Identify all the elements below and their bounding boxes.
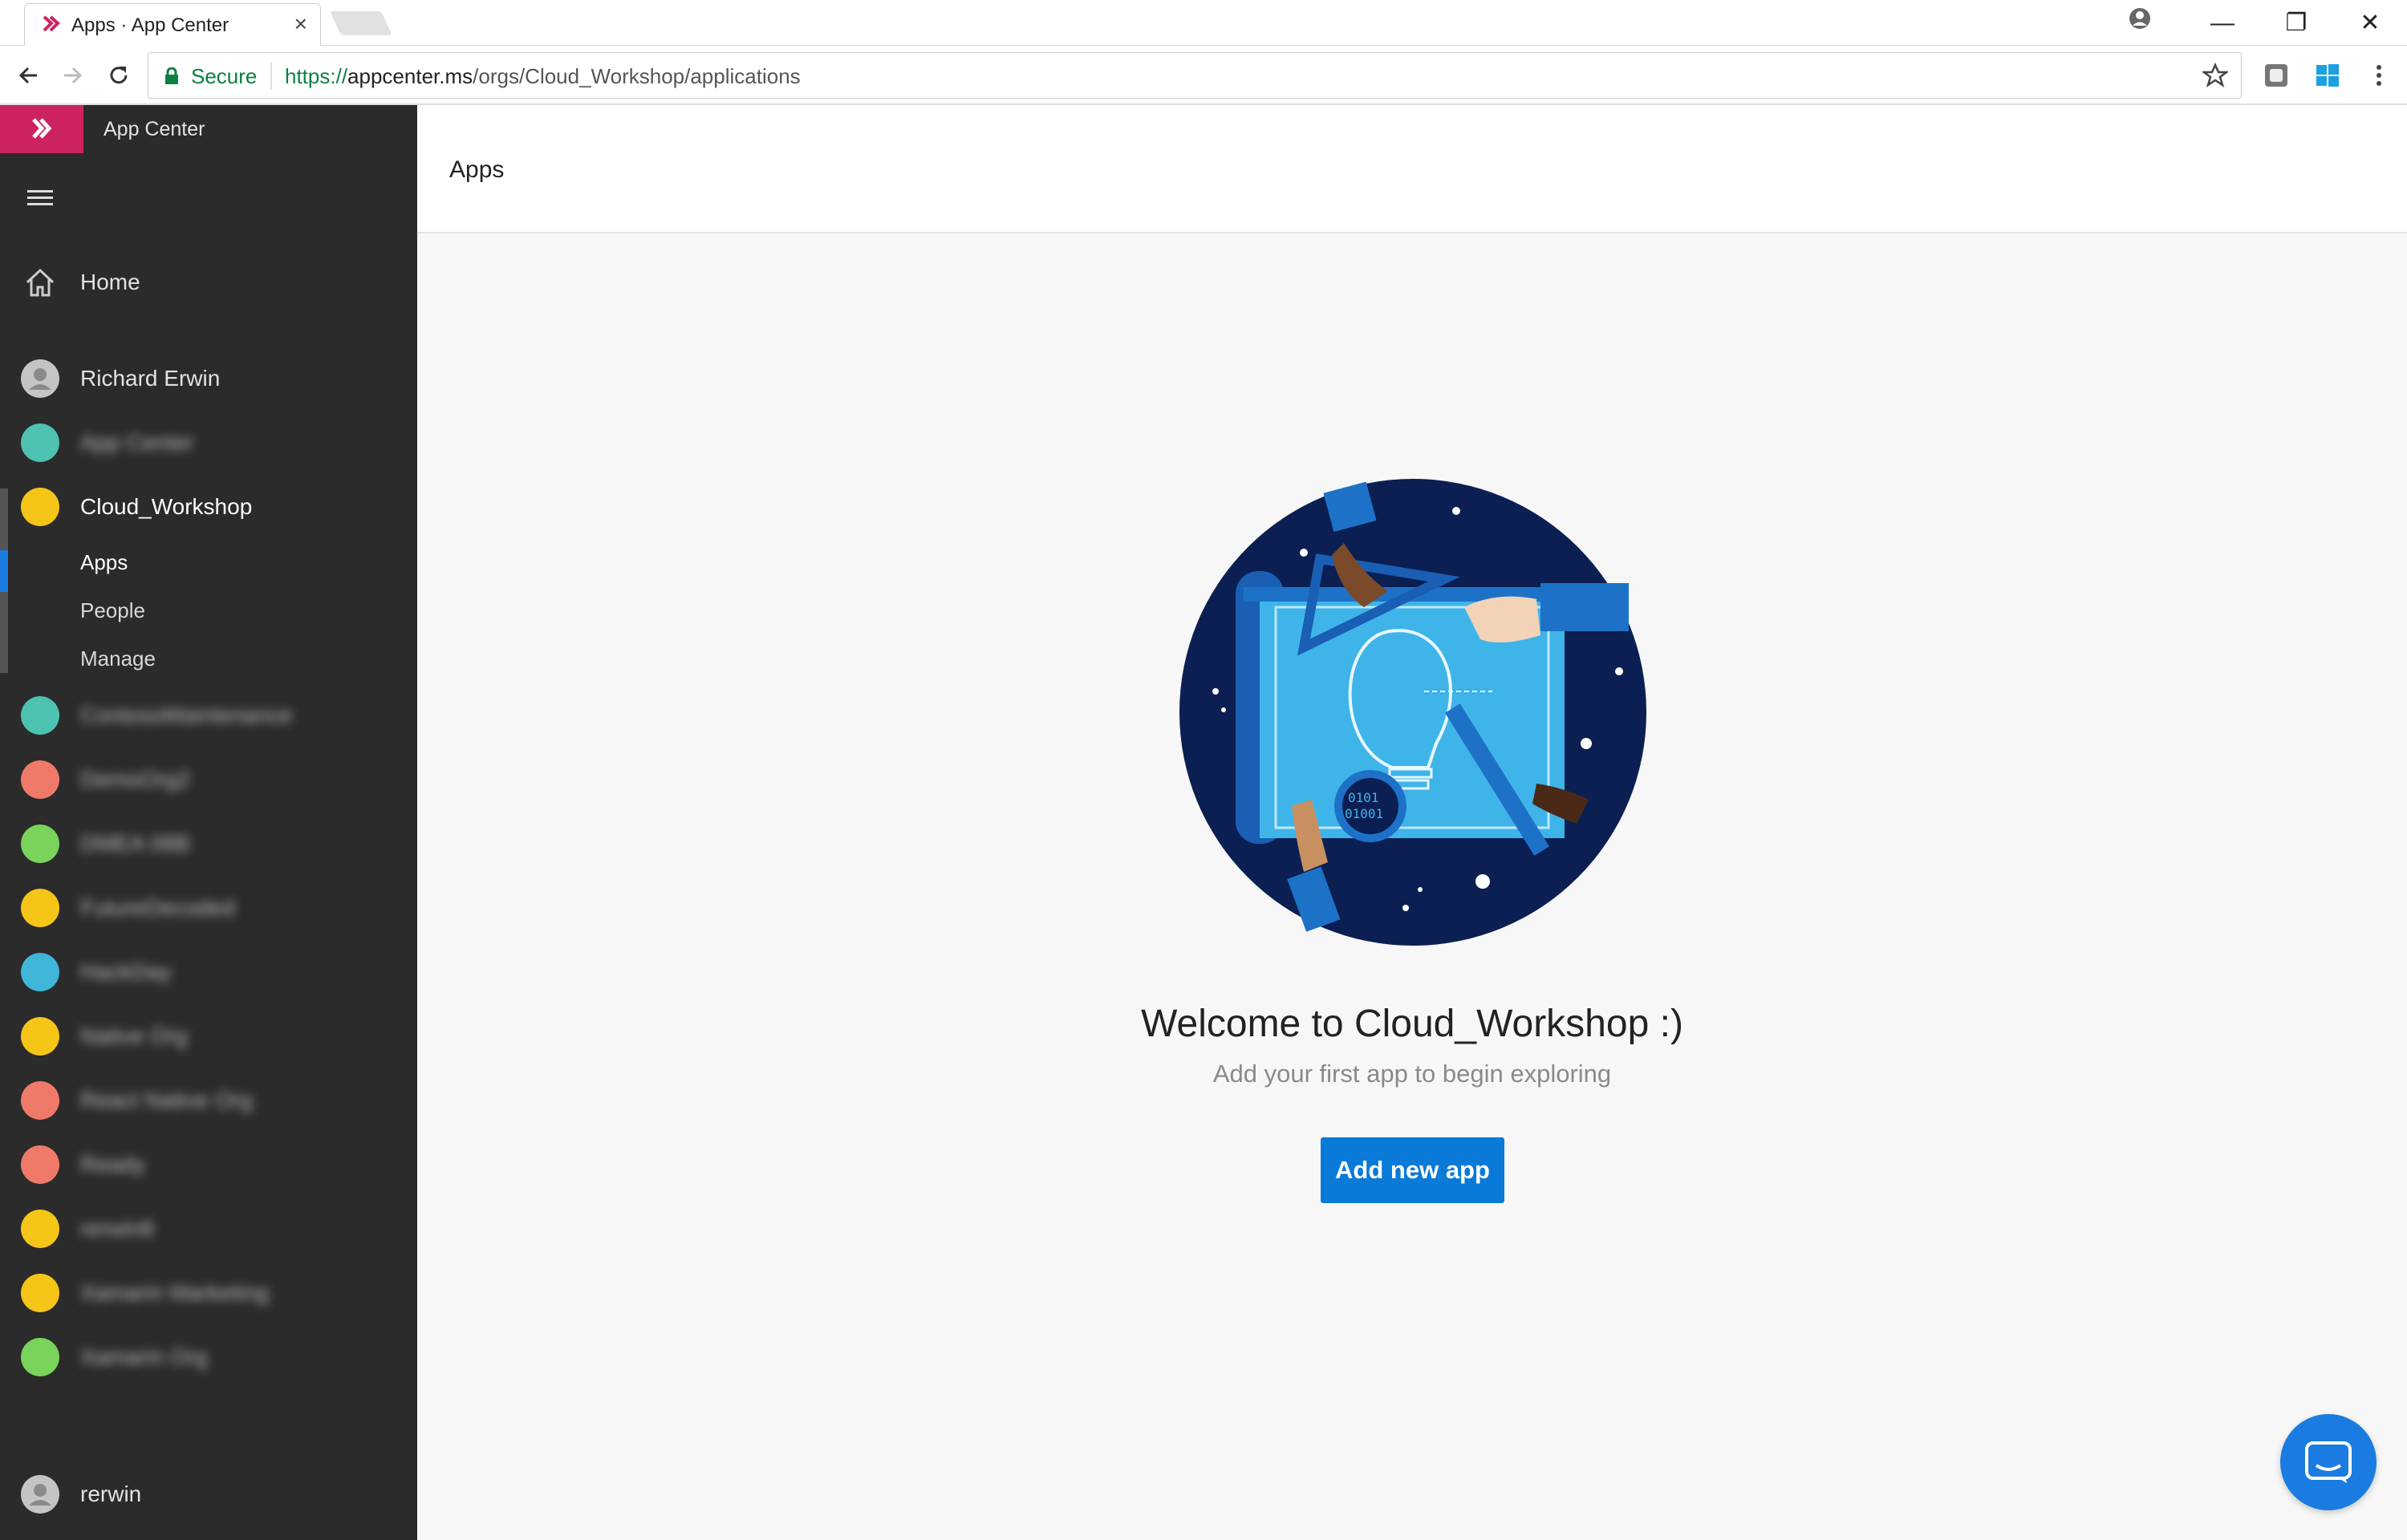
sidebar-item-label: Cloud_Workshop bbox=[80, 494, 253, 519]
app-name: App Center bbox=[104, 118, 205, 140]
address-bar[interactable]: Secure https://appcenter.ms/orgs/Cloud_W… bbox=[148, 52, 2242, 99]
app-center-logo-icon bbox=[32, 118, 52, 139]
forward-button[interactable] bbox=[56, 59, 88, 91]
sidebar-item-label: App Center bbox=[80, 430, 194, 455]
sidebar-item-org[interactable]: Ready bbox=[0, 1141, 417, 1189]
browser-menu-icon[interactable] bbox=[2365, 62, 2393, 89]
sidebar-item-org[interactable]: DMEA 08B bbox=[0, 820, 417, 868]
sidebar-item-active-org[interactable]: Cloud_Workshop bbox=[0, 483, 417, 531]
chat-icon bbox=[2305, 1441, 2352, 1483]
browser-toolbar: Secure https://appcenter.ms/orgs/Cloud_W… bbox=[0, 46, 2407, 105]
org-avatar bbox=[21, 424, 59, 462]
sidebar-item-org[interactable]: HackDay bbox=[0, 948, 417, 996]
secure-label: Secure bbox=[191, 64, 258, 88]
forward-arrow-icon bbox=[64, 67, 83, 84]
org-avatar bbox=[21, 760, 59, 799]
url-scheme: https:// bbox=[285, 64, 348, 88]
window-restore-button[interactable]: ❐ bbox=[2259, 0, 2333, 46]
sidebar-item-label: Native Org bbox=[80, 1023, 188, 1048]
user-avatar-icon bbox=[21, 359, 59, 398]
bookmark-star-icon[interactable] bbox=[2202, 63, 2228, 88]
windows-extension-icon[interactable] bbox=[2314, 62, 2341, 89]
sidebar-item-label: HackDay bbox=[80, 959, 172, 984]
app-center-brand[interactable] bbox=[0, 105, 83, 153]
sidebar: App Center Home Richard Erwin App Center… bbox=[0, 105, 417, 1540]
back-arrow-icon bbox=[18, 67, 37, 84]
svg-text:0101: 0101 bbox=[1348, 790, 1379, 805]
sidebar-item-org[interactable]: ContosoMaintenance bbox=[0, 691, 417, 740]
org-avatar bbox=[21, 696, 59, 735]
sidebar-item-label: Xamarin Marketing bbox=[80, 1280, 269, 1305]
add-new-app-button[interactable]: Add new app bbox=[1321, 1137, 1504, 1203]
sidebar-item-org[interactable]: Native Org bbox=[0, 1012, 417, 1060]
sidebar-item-label: ContosoMaintenance bbox=[80, 703, 293, 727]
url-host: appcenter.ms bbox=[347, 64, 473, 88]
svg-text:01001: 01001 bbox=[1345, 806, 1383, 821]
reload-button[interactable] bbox=[103, 59, 135, 91]
sidebar-item-label: Xamarin Org bbox=[80, 1344, 208, 1369]
tab-title: Apps · App Center bbox=[71, 14, 229, 36]
sidebar-item-user[interactable]: Richard Erwin bbox=[0, 355, 417, 403]
sidebar-item-label: DMEA 08B bbox=[80, 831, 190, 856]
sidebar-item-org[interactable]: DemoOrg2 bbox=[0, 756, 417, 804]
page-header: Apps bbox=[417, 105, 2407, 233]
sidebar-item-label: Richard Erwin bbox=[80, 366, 221, 391]
sidebar-item-label: Ready bbox=[80, 1152, 145, 1177]
org-avatar bbox=[21, 488, 59, 526]
tab-close-icon[interactable]: × bbox=[294, 12, 307, 36]
profile-icon[interactable] bbox=[2128, 6, 2152, 30]
sidebar-item-label: FutureDecoded bbox=[80, 895, 236, 920]
welcome-heading: Welcome to Cloud_Workshop :) bbox=[1141, 1003, 1683, 1045]
org-avatar bbox=[21, 1210, 59, 1248]
app-center-logo-icon bbox=[43, 15, 60, 32]
sidebar-item-account[interactable]: rerwin bbox=[0, 1470, 417, 1518]
hamburger-menu-icon[interactable] bbox=[27, 188, 53, 208]
active-page-indicator bbox=[0, 550, 8, 592]
reload-icon bbox=[110, 67, 128, 84]
chat-support-button[interactable] bbox=[2280, 1414, 2377, 1510]
org-avatar bbox=[21, 889, 59, 927]
extension-icon[interactable] bbox=[2263, 62, 2290, 89]
org-avatar bbox=[21, 1274, 59, 1312]
org-avatar bbox=[21, 1081, 59, 1120]
org-avatar bbox=[21, 825, 59, 863]
sidebar-item-org[interactable]: FutureDecoded bbox=[0, 884, 417, 932]
home-icon bbox=[26, 268, 55, 297]
url-path: /orgs/Cloud_Workshop/applications bbox=[473, 64, 801, 88]
sidebar-item-label: React Native Org bbox=[80, 1088, 253, 1112]
sidebar-item-home[interactable]: Home bbox=[0, 258, 417, 306]
back-button[interactable] bbox=[13, 59, 45, 91]
window-minimize-button[interactable]: — bbox=[2186, 0, 2259, 46]
sidebar-item-label: rerwin8 bbox=[80, 1216, 154, 1241]
org-avatar bbox=[21, 953, 59, 991]
window-close-button[interactable]: ✕ bbox=[2333, 0, 2407, 46]
org-avatar bbox=[21, 1145, 59, 1184]
lock-icon bbox=[165, 67, 178, 84]
browser-tab[interactable]: Apps · App Center × bbox=[24, 3, 321, 46]
sidebar-item-label: DemoOrg2 bbox=[80, 767, 190, 792]
address-separator bbox=[270, 63, 272, 90]
user-avatar-icon bbox=[21, 1475, 59, 1514]
sidebar-item-label: rerwin bbox=[80, 1481, 142, 1506]
browser-tab-bar: Apps · App Center × — ❐ ✕ bbox=[0, 0, 2407, 46]
blueprint-illustration: 0101 01001 bbox=[1179, 479, 1646, 946]
new-tab-button[interactable] bbox=[330, 11, 392, 35]
sidebar-item-org[interactable]: React Native Org bbox=[0, 1076, 417, 1125]
welcome-subtitle: Add your first app to begin exploring bbox=[1212, 1060, 1612, 1088]
sidebar-sub-manage[interactable]: Manage bbox=[80, 646, 156, 671]
sidebar-item-label: Home bbox=[80, 270, 140, 294]
sidebar-item-org[interactable]: Xamarin Org bbox=[0, 1333, 417, 1381]
org-avatar bbox=[21, 1338, 59, 1376]
sidebar-item-org[interactable]: App Center bbox=[0, 419, 417, 467]
page-title: Apps bbox=[449, 156, 505, 183]
sidebar-sub-apps[interactable]: Apps bbox=[80, 550, 128, 575]
main-content: Apps 0101 01001 Welcome to Cloud_Worksho… bbox=[417, 105, 2407, 1540]
sidebar-item-org[interactable]: rerwin8 bbox=[0, 1205, 417, 1253]
org-avatar bbox=[21, 1017, 59, 1056]
sidebar-sub-people[interactable]: People bbox=[80, 598, 145, 623]
sidebar-item-org[interactable]: Xamarin Marketing bbox=[0, 1269, 417, 1317]
url-text: https://appcenter.ms/orgs/Cloud_Workshop… bbox=[285, 64, 801, 89]
